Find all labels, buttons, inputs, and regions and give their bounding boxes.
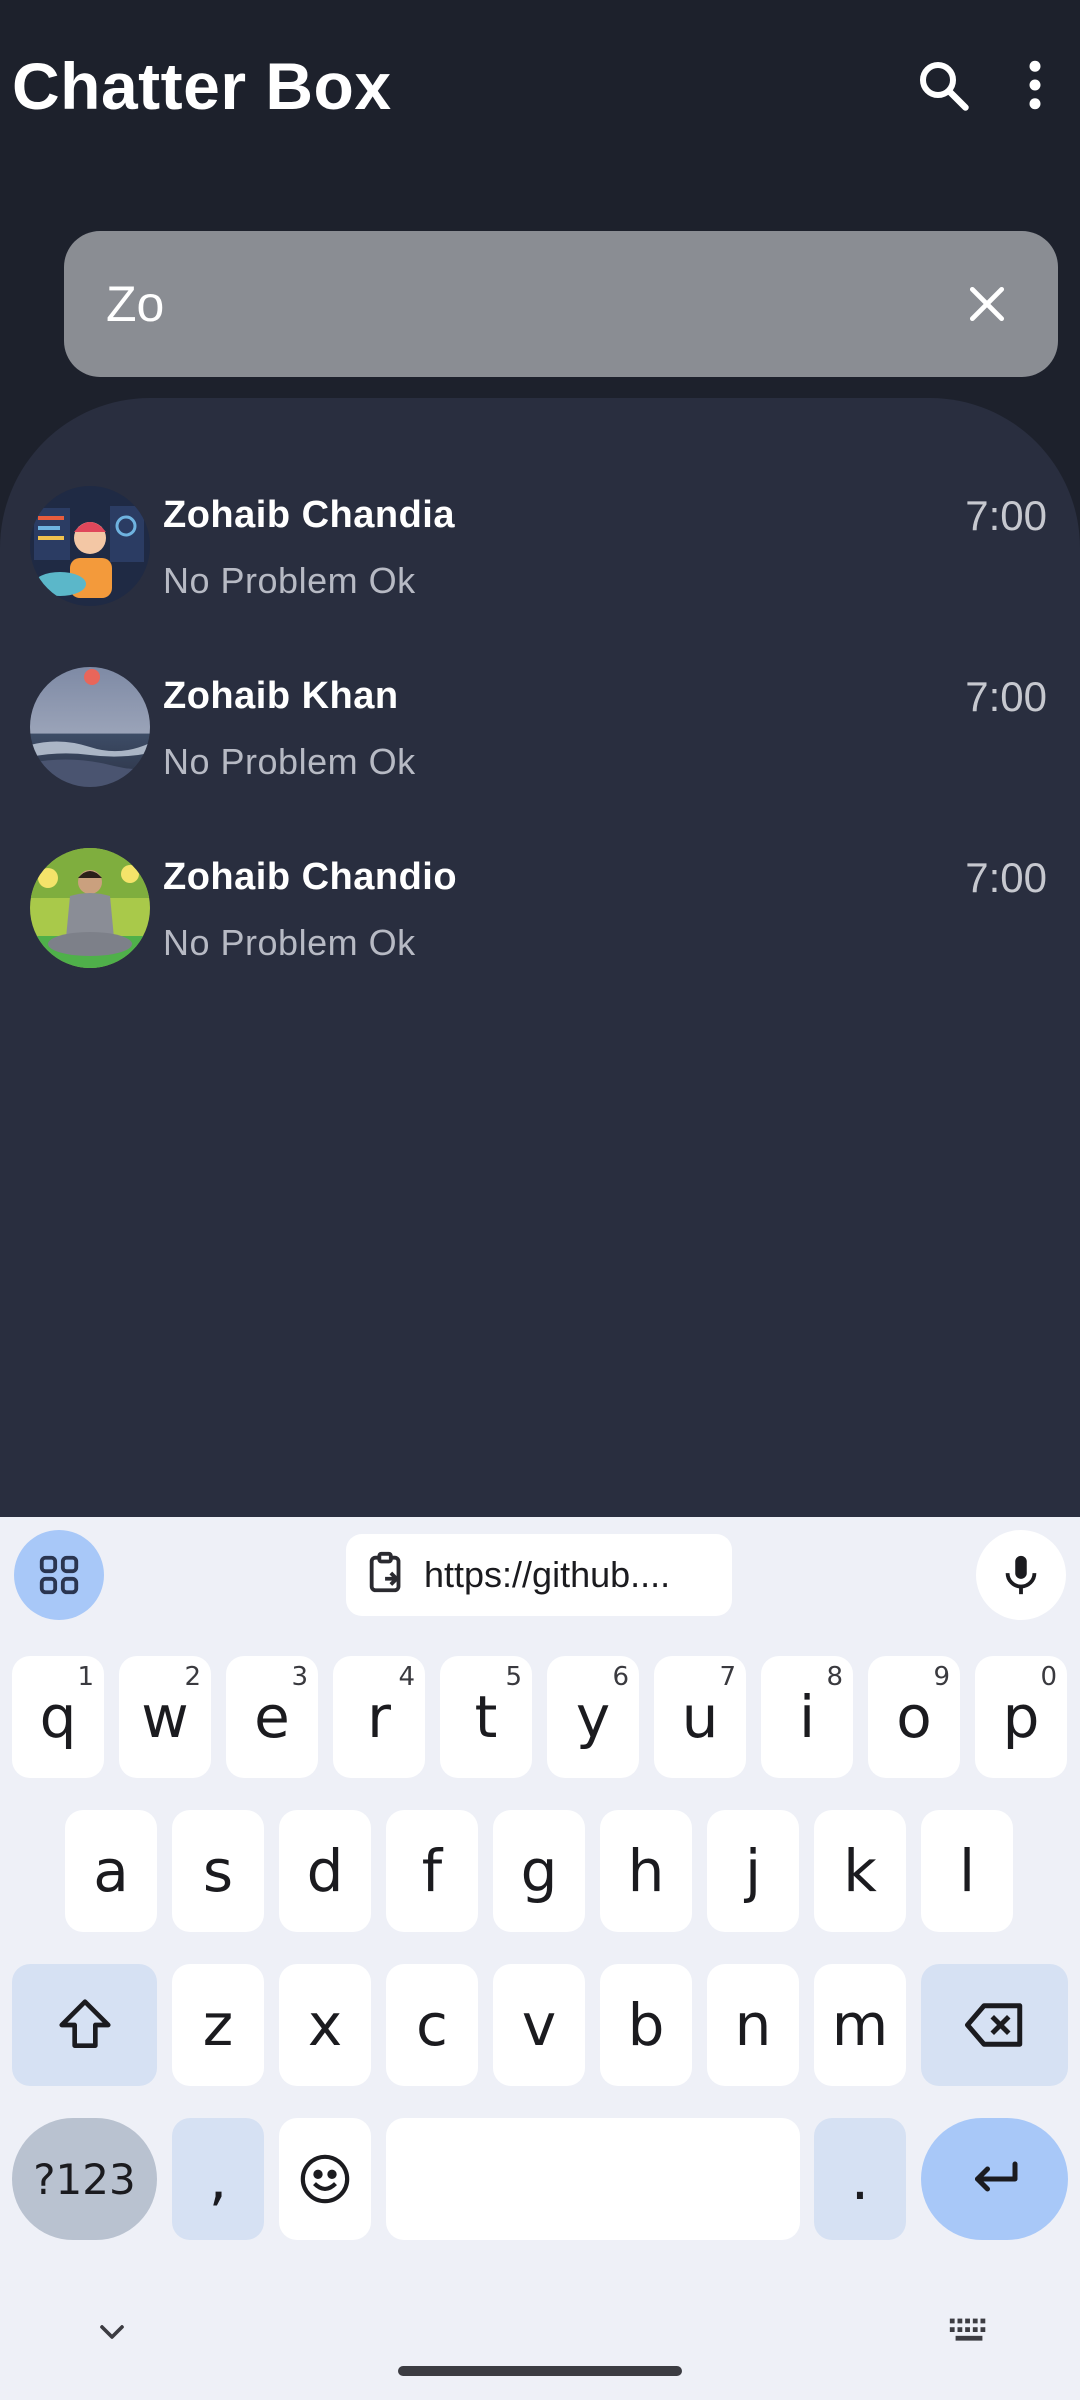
clipboard-link-icon [364,1550,410,1601]
key-k[interactable]: k [814,1810,906,1932]
key-h[interactable]: h [600,1810,692,1932]
message-time: 7:00 [965,673,1047,720]
keyboard: https://github.... q1 w2 e3 r4 t5 y6 u7 … [0,1517,1080,2400]
keyboard-switch-icon[interactable] [946,2312,992,2352]
key-z[interactable]: z [172,1964,264,2086]
chat-row[interactable]: Zohaib Chandia No Problem Ok 7:00 [0,486,1080,646]
clipboard-suggestion[interactable]: https://github.... [346,1534,732,1616]
navigation-bar [0,2290,1080,2400]
key-r[interactable]: r4 [333,1656,425,1778]
key-m[interactable]: m [814,1964,906,2086]
last-message: No Problem Ok [163,741,416,782]
key-b[interactable]: b [600,1964,692,2086]
last-message: No Problem Ok [163,922,416,963]
key-s[interactable]: s [172,1810,264,1932]
more-vert-icon[interactable] [1000,50,1070,120]
key-q[interactable]: q1 [12,1656,104,1778]
key-u[interactable]: u7 [654,1656,746,1778]
key-n[interactable]: n [707,1964,799,2086]
search-input[interactable]: Zo [106,275,164,333]
key-p[interactable]: p0 [975,1656,1067,1778]
message-time: 7:00 [965,492,1047,539]
chevron-down-icon[interactable] [92,2312,132,2352]
key-l[interactable]: l [921,1810,1013,1932]
key-e[interactable]: e3 [226,1656,318,1778]
space-key[interactable] [386,2118,800,2240]
key-d[interactable]: d [279,1810,371,1932]
chat-list: Zohaib Chandia No Problem Ok 7:00 Zohaib… [0,398,1080,1518]
shift-key[interactable] [12,1964,157,2086]
avatar [30,486,150,606]
close-icon[interactable] [952,269,1022,339]
key-y[interactable]: y6 [547,1656,639,1778]
last-message: No Problem Ok [163,560,416,601]
search-icon[interactable] [908,50,978,120]
chat-row[interactable]: Zohaib Chandio No Problem Ok 7:00 [0,848,1080,1008]
comma-key[interactable]: , [172,2118,264,2240]
clipboard-text: https://github.... [424,1554,671,1595]
key-i[interactable]: i8 [761,1656,853,1778]
key-j[interactable]: j [707,1810,799,1932]
home-handle[interactable] [398,2366,682,2376]
key-f[interactable]: f [386,1810,478,1932]
app-bar: Chatter Box [0,0,1080,175]
app-title: Chatter Box [12,49,392,123]
key-x[interactable]: x [279,1964,371,2086]
key-o[interactable]: o9 [868,1656,960,1778]
contact-name: Zohaib Khan [163,675,399,717]
key-w[interactable]: w2 [119,1656,211,1778]
contact-name: Zohaib Chandio [163,856,458,898]
search-bar[interactable]: Zo [64,231,1058,377]
key-a[interactable]: a [65,1810,157,1932]
key-c[interactable]: c [386,1964,478,2086]
key-t[interactable]: t5 [440,1656,532,1778]
emoji-key[interactable] [279,2118,371,2240]
period-key[interactable]: . [814,2118,906,2240]
symbols-key[interactable]: ?123 [12,2118,157,2240]
key-g[interactable]: g [493,1810,585,1932]
avatar [30,848,150,968]
enter-key[interactable] [921,2118,1068,2240]
apps-grid-icon[interactable] [14,1530,104,1620]
backspace-key[interactable] [921,1964,1068,2086]
avatar [30,667,150,787]
contact-name: Zohaib Chandia [163,494,455,536]
message-time: 7:00 [965,854,1047,901]
chat-row[interactable]: Zohaib Khan No Problem Ok 7:00 [0,667,1080,827]
key-v[interactable]: v [493,1964,585,2086]
microphone-icon[interactable] [976,1530,1066,1620]
